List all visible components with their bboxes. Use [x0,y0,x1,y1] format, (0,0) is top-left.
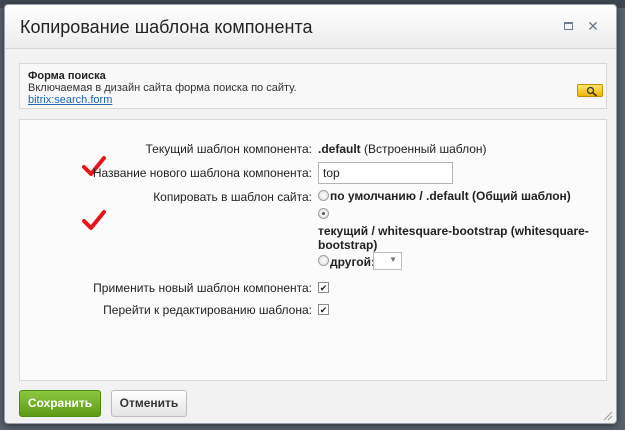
current-template-name: .default [318,142,361,156]
dialog-titlebar: Копирование шаблона компонента ✕ [5,5,616,49]
dialog-title: Копирование шаблона компонента [20,17,313,37]
search-component-icon [577,84,603,97]
radio-current-template[interactable] [318,208,329,219]
new-template-name-label: Название нового шаблона компонента: [92,166,312,180]
component-code-link[interactable]: bitrix:search.form [28,94,112,106]
copy-template-dialog: Копирование шаблона компонента ✕ Форма п… [4,4,617,424]
option-other-label: другой: [330,255,376,269]
annotation-checkmark-2 [82,210,106,230]
component-description-panel: Форма поиска Включаемая в дизайн сайта ф… [19,63,607,109]
current-template-note: (Встроенный шаблон) [364,142,487,156]
edit-template-label: Перейти к редактированию шаблона: [103,303,312,317]
component-name: Форма поиска [28,70,106,82]
current-template-value: .default (Встроенный шаблон) [318,142,487,156]
template-settings-panel: Текущий шаблон компонента: .default (Вст… [19,119,607,381]
resize-grip-icon[interactable] [601,409,613,421]
option-current-label-line1: текущий / whitesquare-bootstrap (whitesq… [318,224,589,238]
radio-other-template[interactable] [318,255,329,266]
close-icon[interactable]: ✕ [586,19,600,33]
edit-template-checkbox[interactable]: ✔ [318,304,329,315]
new-template-name-input[interactable] [318,162,453,184]
current-template-label: Текущий шаблон компонента: [145,142,312,156]
copy-to-site-template-label: Копировать в шаблон сайта: [153,190,312,204]
save-button[interactable]: Сохранить [19,390,101,417]
apply-template-checkbox[interactable]: ✔ [318,282,329,293]
maximize-icon[interactable] [562,19,576,33]
component-description: Включаемая в дизайн сайта форма поиска п… [28,82,297,94]
chevron-down-icon: ▼ [389,255,397,264]
apply-template-label: Применить новый шаблон компонента: [93,281,312,295]
option-current-label-line2: bootstrap) [318,238,378,252]
radio-default-template[interactable] [318,190,329,201]
cancel-button[interactable]: Отменить [111,390,187,417]
other-template-select[interactable]: ▼ [373,252,402,270]
option-default-label: по умолчанию / .default (Общий шаблон) [330,189,571,203]
